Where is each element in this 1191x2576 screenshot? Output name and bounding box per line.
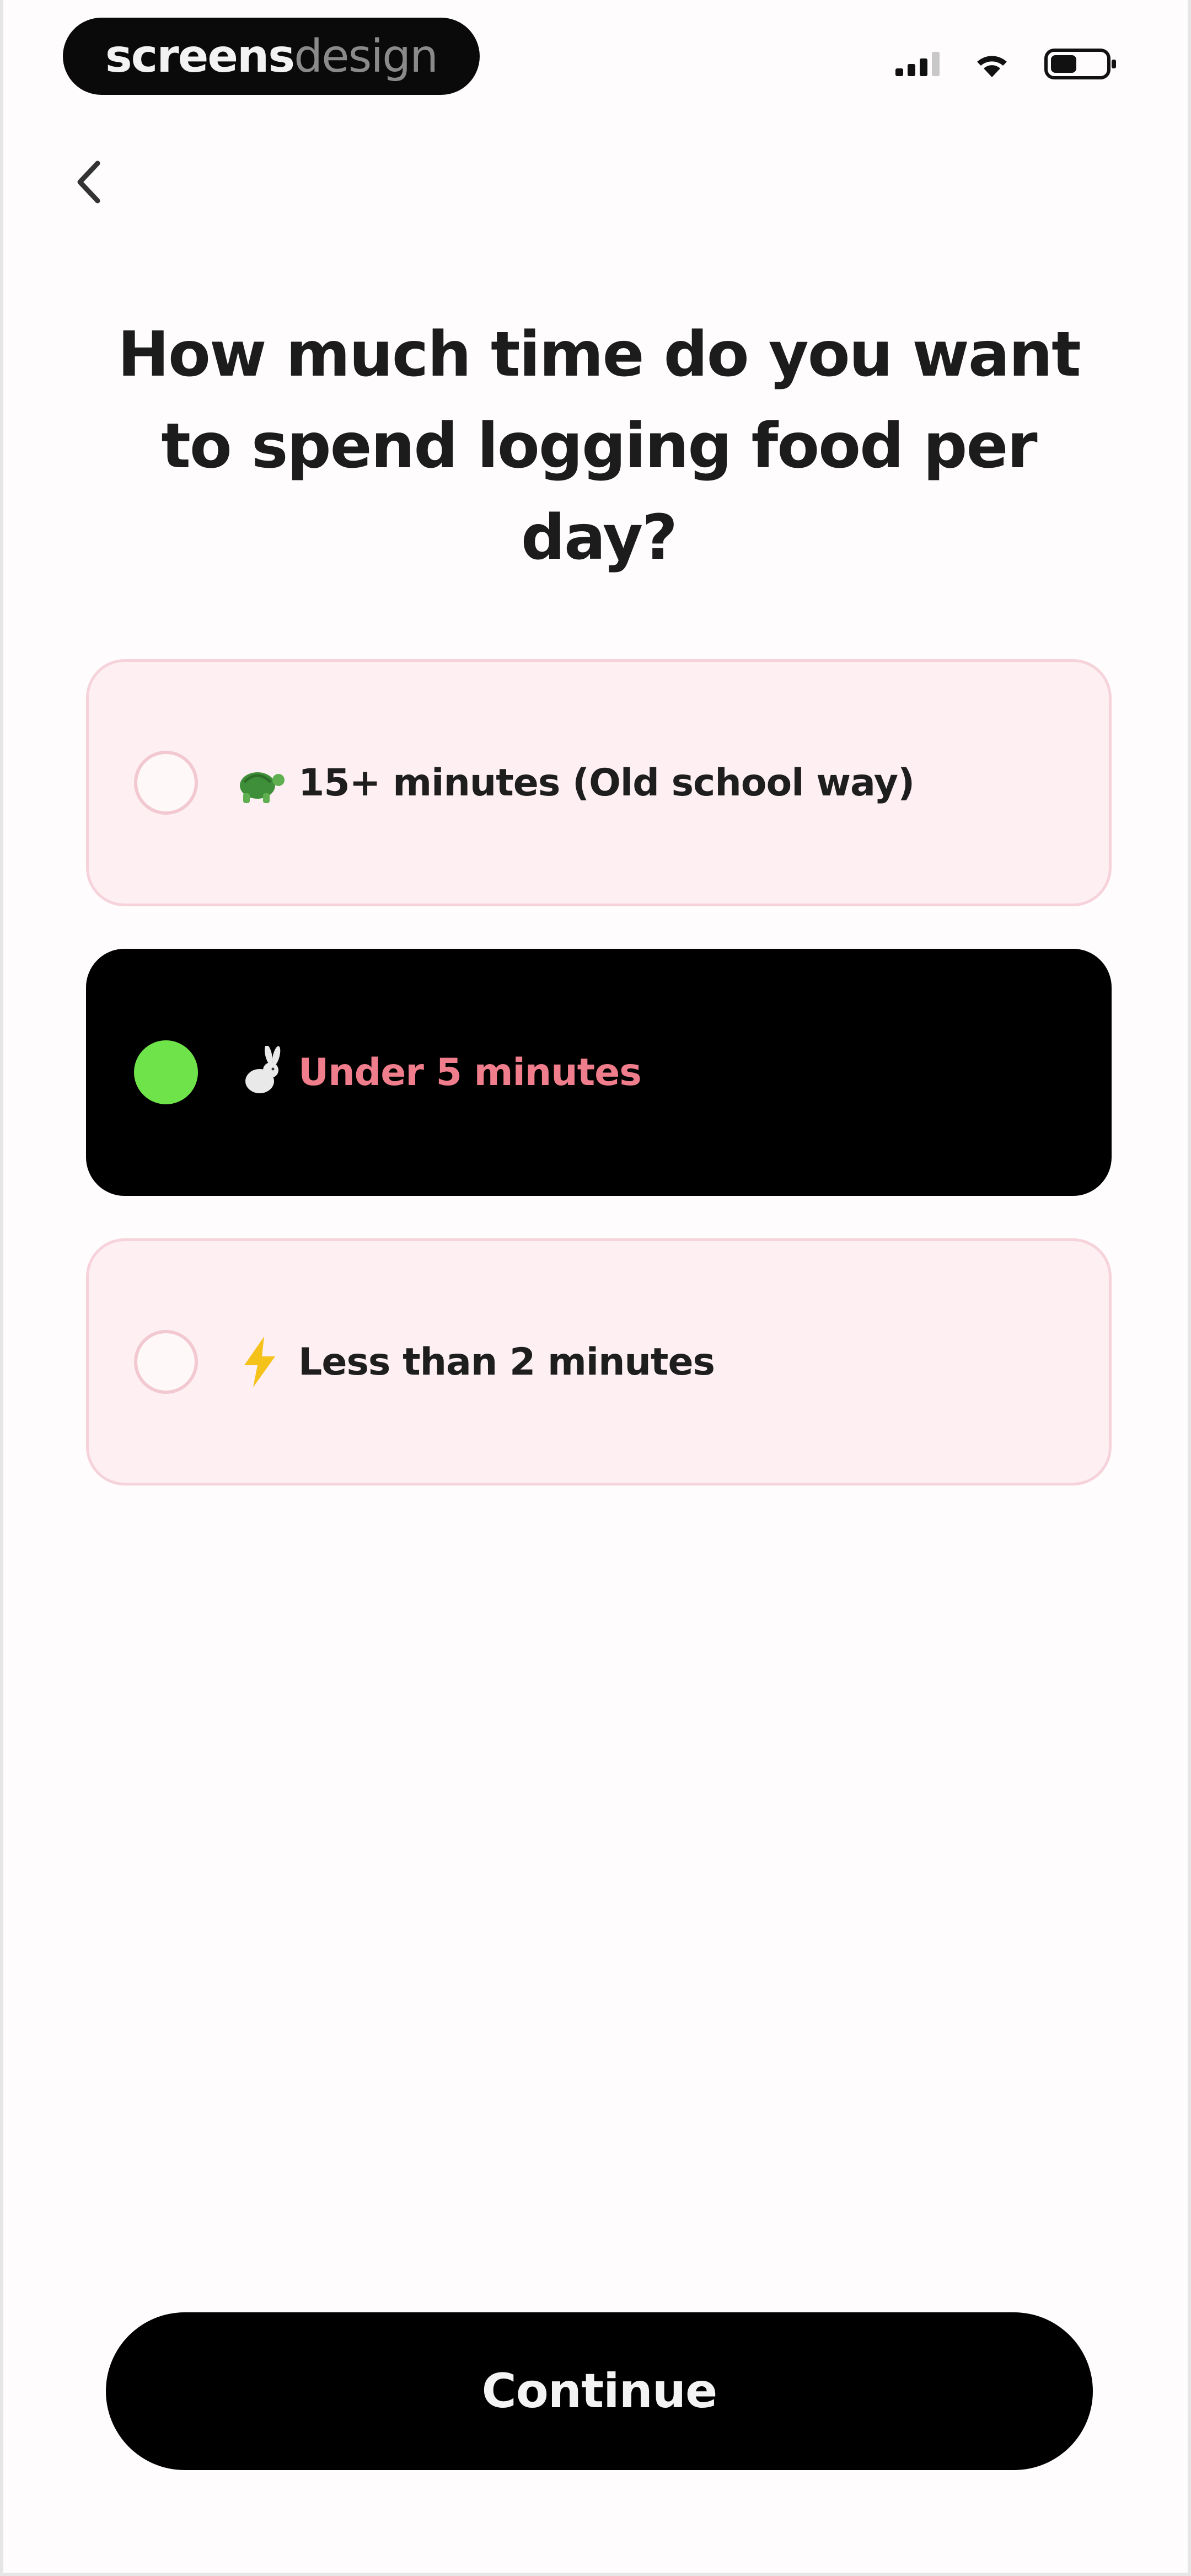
app-screen: screens design How much time do you want … — [0, 0, 1191, 2576]
turtle-icon — [232, 755, 287, 810]
back-button[interactable] — [64, 149, 114, 215]
radio-button[interactable] — [134, 751, 198, 815]
option-15-plus-minutes[interactable]: 15+ minutes (Old school way) — [86, 659, 1112, 906]
wifi-icon — [977, 56, 1007, 77]
option-less-than-2-minutes[interactable]: Less than 2 minutes — [86, 1238, 1112, 1485]
brand-text-screens: screens — [105, 30, 295, 83]
lightning-icon — [232, 1334, 287, 1389]
option-label: Under 5 minutes — [298, 1050, 642, 1094]
option-label: Less than 2 minutes — [298, 1340, 715, 1384]
chevron-left-icon — [77, 161, 100, 204]
brand-watermark: screens design — [63, 18, 480, 95]
status-bar-icons — [895, 49, 1116, 79]
radio-button[interactable] — [134, 1330, 198, 1394]
battery-icon — [1044, 49, 1116, 79]
cellular-signal-icon — [895, 52, 940, 76]
continue-button[interactable]: Continue — [106, 2312, 1093, 2470]
option-under-5-minutes[interactable]: Under 5 minutes — [86, 949, 1112, 1196]
radio-button-selected[interactable] — [134, 1040, 198, 1104]
option-label: 15+ minutes (Old school way) — [298, 761, 915, 805]
rabbit-icon — [232, 1045, 287, 1100]
brand-text-design: design — [294, 30, 438, 83]
question-title: How much time do you want to spend loggi… — [117, 319, 1081, 574]
